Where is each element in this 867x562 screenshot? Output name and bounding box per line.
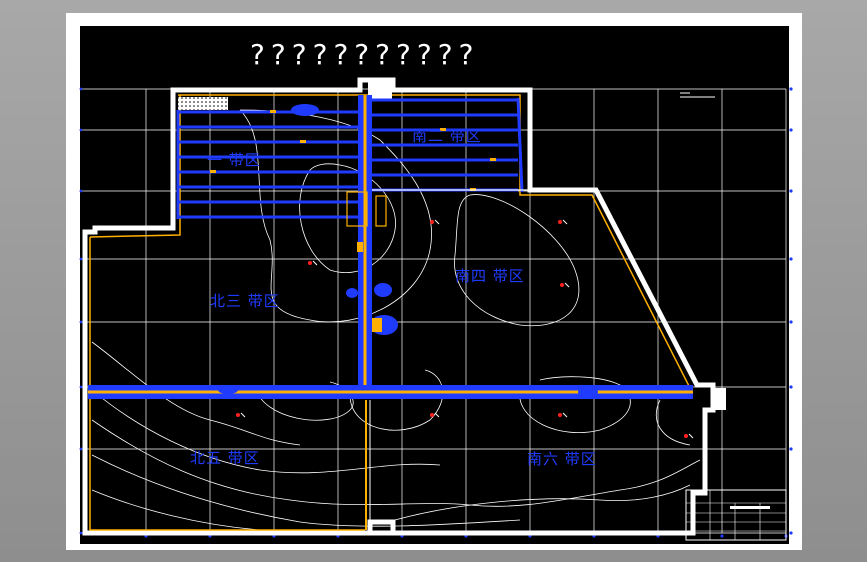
- borehole-point: [560, 283, 564, 287]
- grid-tick: [720, 534, 724, 538]
- grid-tick: [789, 128, 793, 132]
- grid-tick: [79, 128, 83, 132]
- grid-tick: [79, 257, 83, 261]
- grid-tick: [79, 531, 83, 535]
- grid-tick: [789, 189, 793, 193]
- zone-label-south-4: 南四 带区: [455, 267, 525, 285]
- zone-label-south-2: 南二 带区: [412, 127, 482, 145]
- borehole-point: [430, 220, 434, 224]
- borehole-point: [308, 261, 312, 265]
- grid-tick: [789, 385, 793, 389]
- drawing-title: ???????????: [250, 38, 480, 71]
- cad-viewport[interactable]: ??????????? 一 带区 南二 带区 北三 带区 南四 带区 北五 带区…: [0, 0, 867, 562]
- corner-marker: [712, 388, 726, 410]
- borehole-point: [430, 413, 434, 417]
- grid-tick: [79, 447, 83, 451]
- mine-plan-drawing[interactable]: [0, 0, 867, 562]
- grid-tick: [789, 531, 793, 535]
- pillar-hatch: [178, 97, 228, 110]
- borehole-point: [684, 434, 688, 438]
- borehole-point: [558, 413, 562, 417]
- zone-label-north-5: 北五 带区: [190, 449, 260, 467]
- borehole-point: [558, 220, 562, 224]
- grid-tick: [789, 257, 793, 261]
- grid-tick: [79, 87, 83, 91]
- grid-tick: [79, 320, 83, 324]
- grid-tick: [789, 320, 793, 324]
- borehole-point: [236, 413, 240, 417]
- grid-tick: [789, 87, 793, 91]
- zone-label-south-6: 南六 带区: [527, 450, 597, 468]
- zone-label-north-1: 一 带区: [207, 151, 261, 169]
- zone-label-north-3: 北三 带区: [210, 292, 280, 310]
- grid-tick: [789, 447, 793, 451]
- grid-tick: [79, 385, 83, 389]
- grid-tick: [79, 189, 83, 193]
